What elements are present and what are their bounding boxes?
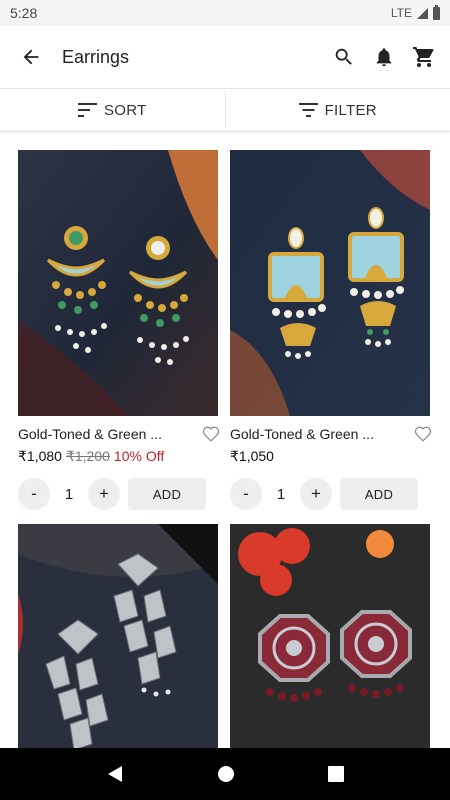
quantity-stepper: - 1 + ADD xyxy=(18,478,220,510)
product-photo xyxy=(18,524,218,748)
search-icon xyxy=(335,48,352,65)
nav-back-icon[interactable] xyxy=(106,765,124,783)
product-image[interactable] xyxy=(18,150,218,416)
notifications-button[interactable] xyxy=(372,45,396,69)
arrow-back-icon xyxy=(23,49,39,65)
product-name[interactable]: Gold-Toned & Green ... xyxy=(230,426,374,442)
heart-outline-icon[interactable] xyxy=(414,425,432,443)
filter-icon xyxy=(298,103,318,117)
app-bar: Earrings xyxy=(0,26,450,88)
decrement-button[interactable]: - xyxy=(230,478,262,510)
quantity-value: 1 xyxy=(276,485,286,503)
decrement-button[interactable]: - xyxy=(18,478,50,510)
price: ₹1,080 xyxy=(18,448,62,464)
product-image[interactable] xyxy=(230,524,430,748)
sort-label: SORT xyxy=(103,101,147,119)
battery-icon xyxy=(433,4,440,20)
product-image[interactable] xyxy=(230,150,430,416)
increment-button[interactable]: + xyxy=(300,478,332,510)
quantity-stepper: - 1 + ADD xyxy=(230,478,432,510)
add-to-cart-button[interactable]: ADD xyxy=(340,478,418,510)
page-title: Earrings xyxy=(62,46,130,67)
search-button[interactable] xyxy=(332,45,356,69)
heart-outline-icon[interactable] xyxy=(202,425,220,443)
quantity-value: 1 xyxy=(64,485,74,503)
product-card[interactable]: Gold-Toned & Green ... ₹1,080 ₹1,200 10% O… xyxy=(18,150,220,510)
status-time: 5:28 xyxy=(10,5,38,21)
sort-icon xyxy=(77,103,97,117)
increment-button[interactable]: + xyxy=(88,478,120,510)
nav-recents-icon[interactable] xyxy=(327,766,344,782)
product-card[interactable] xyxy=(230,524,432,748)
discount-label: 10% Off xyxy=(113,448,165,464)
nav-home-icon[interactable] xyxy=(217,765,235,783)
filter-button[interactable]: FILTER xyxy=(226,89,450,131)
product-card[interactable] xyxy=(18,524,220,748)
price-row: ₹1,080 ₹1,200 10% Off xyxy=(18,448,220,468)
price-row: ₹1,050 xyxy=(230,448,432,468)
add-to-cart-button[interactable]: ADD xyxy=(128,478,206,510)
original-price: ₹1,200 xyxy=(65,448,110,464)
sort-button[interactable]: SORT xyxy=(0,89,225,131)
bell-icon xyxy=(376,48,392,67)
status-bar: 5:28 LTE xyxy=(0,0,450,26)
product-name[interactable]: Gold-Toned & Green ... xyxy=(18,426,162,442)
signal-icon xyxy=(417,7,428,19)
sort-filter-bar: SORT FILTER xyxy=(0,88,450,132)
network-label: LTE xyxy=(390,6,412,20)
product-grid: Gold-Toned & Green ... ₹1,080 ₹1,200 10% O… xyxy=(0,132,450,748)
cart-button[interactable] xyxy=(412,45,436,69)
product-photo xyxy=(230,150,430,416)
price: ₹1,050 xyxy=(230,448,274,464)
product-photo xyxy=(230,524,430,748)
product-image[interactable] xyxy=(18,524,218,748)
system-nav-bar xyxy=(0,748,450,800)
back-button[interactable] xyxy=(16,42,46,72)
product-card[interactable]: Gold-Toned & Green ... ₹1,050 - 1 + ADD xyxy=(230,150,432,510)
filter-label: FILTER xyxy=(324,101,377,119)
product-photo xyxy=(18,150,218,416)
cart-icon xyxy=(413,47,434,67)
status-icons: LTE xyxy=(390,4,440,20)
